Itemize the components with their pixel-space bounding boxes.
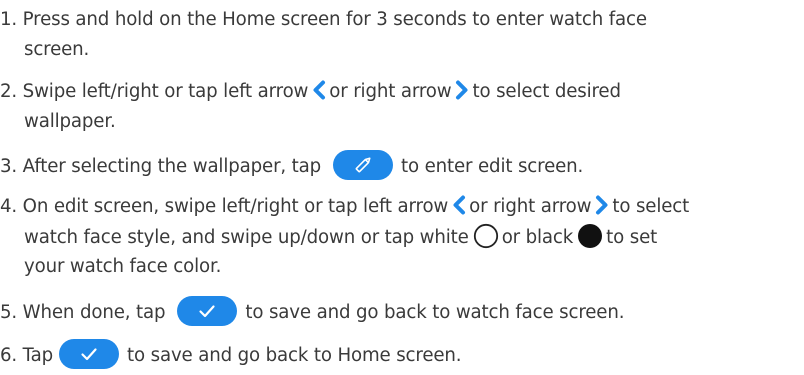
chevron-left-icon <box>313 80 326 100</box>
chevron-left-icon <box>453 195 466 215</box>
step-4-line-1: 4. On edit screen, swipe left/right or t… <box>0 195 689 219</box>
checkmark-icon <box>177 296 238 326</box>
checkmark-icon <box>59 339 120 369</box>
step-4-text-e: or black <box>501 227 574 248</box>
step-1-line-2: screen. <box>24 39 90 60</box>
step-6-text-b: to save and go back to Home screen. <box>127 345 462 366</box>
instruction-steps: 1. Press and hold on the Home screen for… <box>0 0 804 375</box>
step-1-line-1: 1. Press and hold on the Home screen for… <box>0 9 647 30</box>
step-2-text-a: 2. Swipe left/right or tap left arrow <box>0 81 309 102</box>
step-5-text-a: 5. When done, tap <box>0 302 166 323</box>
step-6-text-a: 6. Tap <box>0 345 54 366</box>
step-6-line-1: 6. Tap to save and go back to Home screen… <box>0 339 462 371</box>
step-4-line-2: watch face style, and swipe up/down or t… <box>24 223 658 251</box>
white-circle-icon <box>473 223 498 249</box>
pencil-icon <box>333 150 394 180</box>
step-4-line-3: your watch face color. <box>24 256 222 277</box>
step-2-line-2: wallpaper. <box>24 111 116 132</box>
step-4-text-a: 4. On edit screen, swipe left/right or t… <box>0 196 449 217</box>
step-5-text-b: to save and go back to watch face screen… <box>245 302 625 323</box>
step-2-line-1: 2. Swipe left/right or tap left arrow or … <box>0 80 621 104</box>
step-3-text-b: to enter edit screen. <box>401 156 584 177</box>
black-circle-icon <box>578 224 603 248</box>
step-5-line-1: 5. When done, tap to save and go back to … <box>0 296 625 328</box>
step-3-text-a: 3. After selecting the wallpaper, tap <box>0 156 322 177</box>
chevron-right-icon <box>456 80 468 100</box>
step-3-line-1: 3. After selecting the wallpaper, tap to … <box>0 150 584 182</box>
step-2-text-c: to select desired <box>472 81 621 102</box>
step-4-text-b: or right arrow <box>469 196 592 217</box>
step-4-text-c: to select <box>612 196 690 217</box>
step-2-text-b: or right arrow <box>329 81 452 102</box>
step-4-text-d: watch face style, and swipe up/down or t… <box>24 227 469 248</box>
step-4-text-f: to set <box>606 227 658 248</box>
chevron-right-icon <box>596 195 608 215</box>
